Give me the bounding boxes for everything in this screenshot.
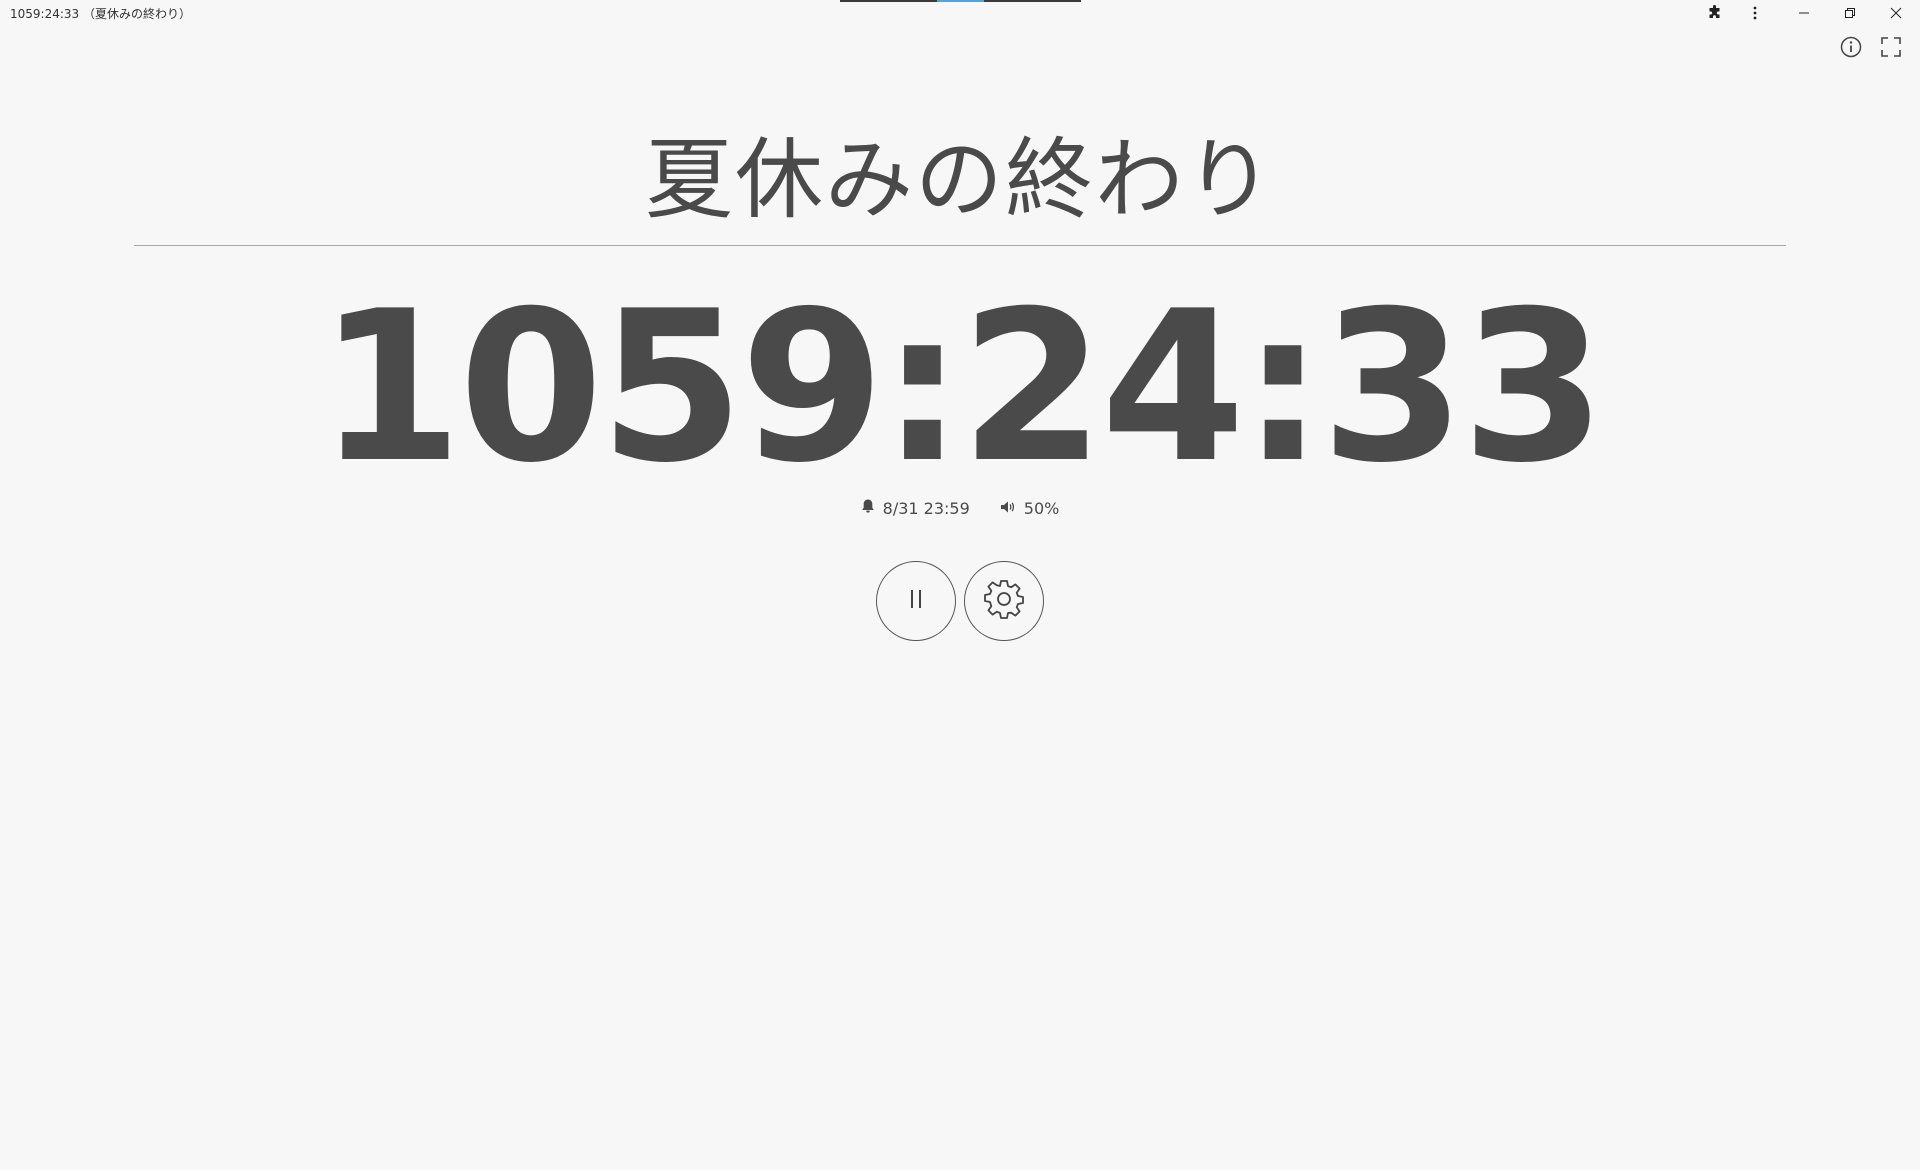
title-bar: 1059:24:33 （夏休みの終わり） — [0, 0, 1920, 26]
drag-strip-accent — [937, 0, 984, 2]
puzzle-icon — [1707, 5, 1723, 21]
menu-button[interactable] — [1735, 0, 1775, 26]
alarm-info: 8/31 23:59 — [861, 498, 970, 518]
close-icon — [1890, 7, 1902, 19]
alarm-time: 8/31 23:59 — [882, 498, 970, 518]
volume-level: 50% — [1023, 498, 1060, 518]
speaker-icon — [1000, 499, 1016, 518]
gear-icon — [983, 578, 1025, 624]
restore-button[interactable] — [1830, 0, 1870, 26]
timer-controls — [0, 561, 1920, 641]
fullscreen-button[interactable] — [1876, 34, 1906, 64]
close-button[interactable] — [1876, 0, 1916, 26]
divider — [134, 245, 1786, 246]
extensions-button[interactable] — [1695, 0, 1735, 26]
settings-button[interactable] — [964, 561, 1044, 641]
info-icon — [1840, 36, 1862, 62]
restore-icon — [1844, 7, 1856, 19]
more-vertical-icon — [1747, 5, 1763, 21]
event-title: 夏休みの終わり — [644, 128, 1275, 231]
minimize-icon — [1798, 7, 1810, 19]
timer-meta: 8/31 23:59 50% — [0, 498, 1920, 518]
window-title: 1059:24:33 （夏休みの終わり） — [10, 7, 191, 21]
countdown-display: 1059:24:33 — [317, 267, 1606, 509]
info-button[interactable] — [1836, 34, 1866, 64]
pause-button[interactable] — [876, 561, 956, 641]
volume-info: 50% — [1000, 498, 1060, 518]
bell-icon — [861, 498, 875, 518]
fullscreen-icon — [1880, 36, 1902, 62]
pause-icon — [906, 587, 926, 615]
minimize-button[interactable] — [1784, 0, 1824, 26]
